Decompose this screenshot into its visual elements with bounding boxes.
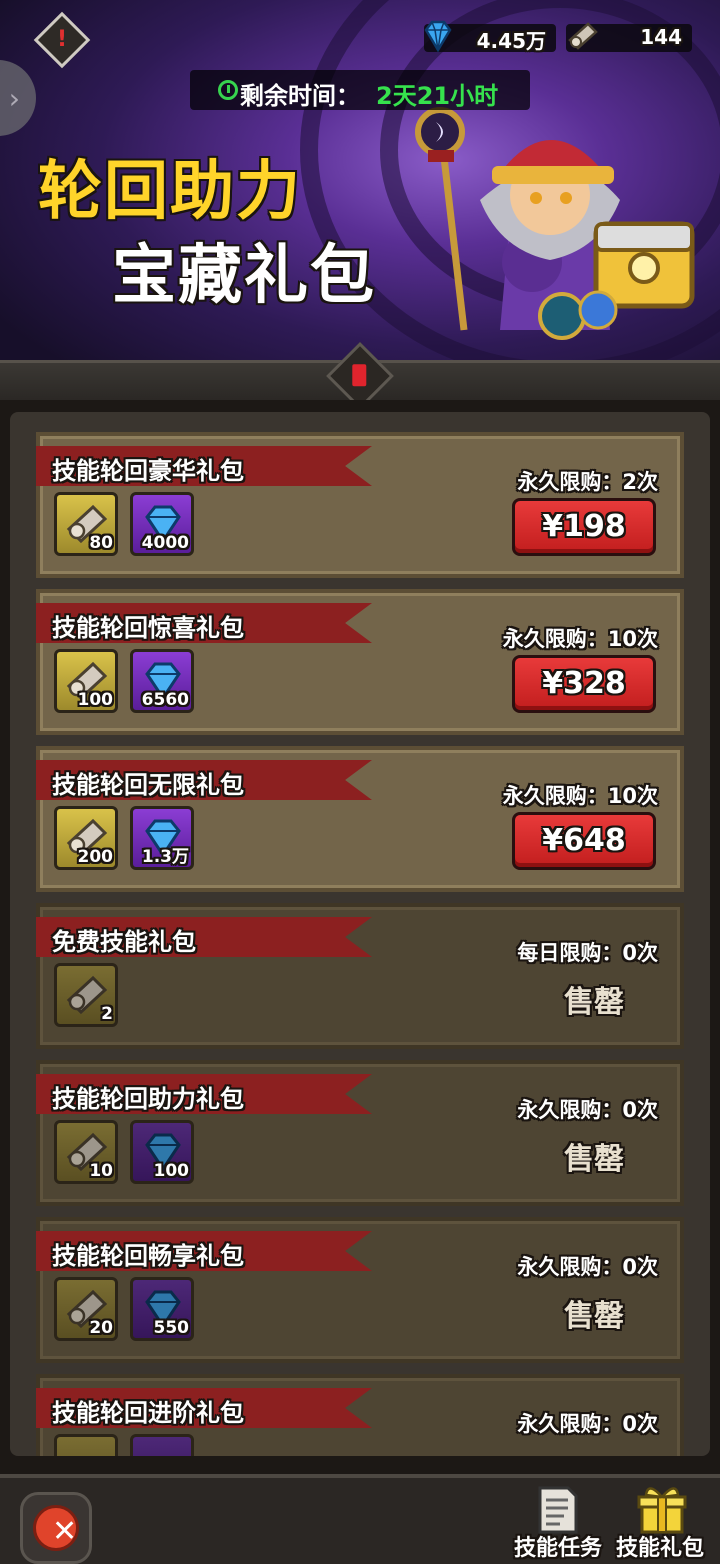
reward-gem[interactable]: 6560 [130, 649, 194, 713]
reward-gem[interactable]: 4000 [130, 492, 194, 556]
reward-scroll[interactable]: 100 [54, 649, 118, 713]
reward-scroll[interactable] [54, 1434, 118, 1456]
reward-count: 20 [89, 1318, 113, 1338]
pack-name: 技能轮回助力礼包 [52, 1085, 244, 1113]
pack-name: 技能轮回进阶礼包 [52, 1399, 244, 1427]
pack-title-ribbon: 技能轮回豪华礼包 [36, 446, 372, 486]
reward-count: 100 [153, 1161, 190, 1181]
gem-balance-value: 4.45万 [476, 29, 546, 53]
nav-skill-packs[interactable]: 技能礼包 [610, 1478, 710, 1564]
purchase-limit: 永久限购：10次 [502, 784, 658, 808]
reward-count: 1.3万 [141, 847, 189, 867]
purchase-limit: 永久限购：0次 [517, 1412, 658, 1436]
gift-icon [637, 1487, 687, 1534]
side-expand-tab[interactable]: › [0, 60, 36, 136]
reward-count: 2 [101, 1004, 113, 1024]
purchase-limit: 永久限购：0次 [517, 1098, 658, 1122]
pack-card: 技能轮回畅享礼包 永久限购：0次 售罄 20 550 [36, 1217, 684, 1363]
reward-scroll[interactable]: 80 [54, 492, 118, 556]
scroll-balance-value: 144 [640, 25, 682, 49]
buy-button[interactable]: ¥648 [512, 812, 656, 870]
diamond-icon [424, 20, 452, 53]
buy-button[interactable]: ¥328 [512, 655, 656, 713]
gem-balance: 4.45万 [424, 20, 556, 53]
reward-count: 200 [77, 847, 114, 867]
pack-card: 技能轮回豪华礼包 永久限购：2次 ¥198 80 4000 [36, 432, 684, 578]
sold-out-label: 售罄 [564, 1142, 624, 1177]
nav-skill-tasks-label: 技能任务 [513, 1536, 602, 1561]
purchase-limit: 永久限购：10次 [502, 627, 658, 651]
buy-button[interactable]: ¥198 [512, 498, 656, 556]
scroll-icon [568, 22, 598, 50]
bottom-bar: ✕ 技能任务 技能礼包 [0, 1474, 720, 1564]
reward-gem[interactable]: 550 [130, 1277, 194, 1341]
reward-scroll[interactable]: 10 [54, 1120, 118, 1184]
pack-title-ribbon: 技能轮回畅享礼包 [36, 1231, 372, 1271]
pack-title-ribbon: 技能轮回进阶礼包 [36, 1388, 372, 1428]
pack-card: 技能轮回惊喜礼包 永久限购：10次 ¥328 100 6560 [36, 589, 684, 735]
pack-title-ribbon: 技能轮回无限礼包 [36, 760, 372, 800]
timer-value: 2天21小时 [376, 82, 499, 110]
sold-out-label: 售罄 [564, 985, 624, 1020]
pack-list[interactable]: 技能轮回豪华礼包 永久限购：2次 ¥198 80 4000 技能轮回惊喜礼包 永… [10, 412, 710, 1456]
document-icon [538, 1486, 578, 1534]
reward-count: 10 [89, 1161, 113, 1181]
price-label: ¥198 [542, 509, 626, 544]
pack-name: 技能轮回豪华礼包 [52, 457, 244, 485]
pack-card: 技能轮回助力礼包 永久限购：0次 售罄 10 100 [36, 1060, 684, 1206]
pack-name: 技能轮回无限礼包 [52, 771, 244, 799]
reward-count: 100 [77, 690, 114, 710]
reward-gem[interactable]: 1.3万 [130, 806, 194, 870]
close-icon: ✕ [33, 1505, 79, 1551]
sold-out-label: 售罄 [564, 1299, 624, 1334]
wizard-character-illustration [415, 107, 695, 340]
pack-card: 技能轮回无限礼包 永久限购：10次 ¥648 200 1.3万 [36, 746, 684, 892]
close-button[interactable]: ✕ [20, 1492, 92, 1564]
reward-count: 6560 [141, 690, 189, 710]
purchase-limit: 永久限购：2次 [517, 470, 658, 494]
scroll-balance: 144 [566, 22, 692, 52]
reward-scroll[interactable]: 200 [54, 806, 118, 870]
warning-button[interactable]: ! [33, 11, 91, 69]
pack-name: 技能轮回惊喜礼包 [52, 614, 244, 642]
warning-icon: ! [56, 27, 68, 52]
event-timer: 剩余时间： 2天21小时 [190, 70, 530, 110]
reward-scroll[interactable]: 2 [54, 963, 118, 1027]
reward-count: 80 [89, 533, 113, 553]
pack-card: 技能轮回进阶礼包 永久限购：0次 [36, 1374, 684, 1456]
purchase-limit: 永久限购：0次 [517, 1255, 658, 1279]
banner: ! › 4.45万 144 剩余时间： 2天21小时 轮回助力 宝藏礼包 [0, 0, 720, 400]
reward-count: 550 [153, 1318, 190, 1338]
purchase-limit: 每日限购：0次 [517, 941, 658, 965]
pack-card: 免费技能礼包 每日限购：0次 售罄 2 [36, 903, 684, 1049]
pack-title-ribbon: 技能轮回惊喜礼包 [36, 603, 372, 643]
reward-gem[interactable]: 100 [130, 1120, 194, 1184]
nav-skill-tasks[interactable]: 技能任务 [508, 1478, 608, 1564]
timer-label: 剩余时间： [240, 82, 360, 110]
banner-title-line2: 宝藏礼包 [112, 239, 376, 313]
pack-name: 技能轮回畅享礼包 [52, 1242, 244, 1270]
reward-gem[interactable] [130, 1434, 194, 1456]
pack-title-ribbon: 免费技能礼包 [36, 917, 372, 957]
banner-title-line1: 轮回助力 [38, 155, 302, 229]
clock-icon [218, 80, 238, 100]
pack-title-ribbon: 技能轮回助力礼包 [36, 1074, 372, 1114]
reward-scroll[interactable]: 20 [54, 1277, 118, 1341]
price-label: ¥328 [542, 666, 626, 701]
chevron-right-icon: › [8, 82, 20, 115]
reward-count: 4000 [141, 533, 189, 553]
pack-name: 免费技能礼包 [52, 928, 196, 956]
price-label: ¥648 [542, 823, 626, 858]
nav-skill-packs-label: 技能礼包 [615, 1536, 704, 1561]
